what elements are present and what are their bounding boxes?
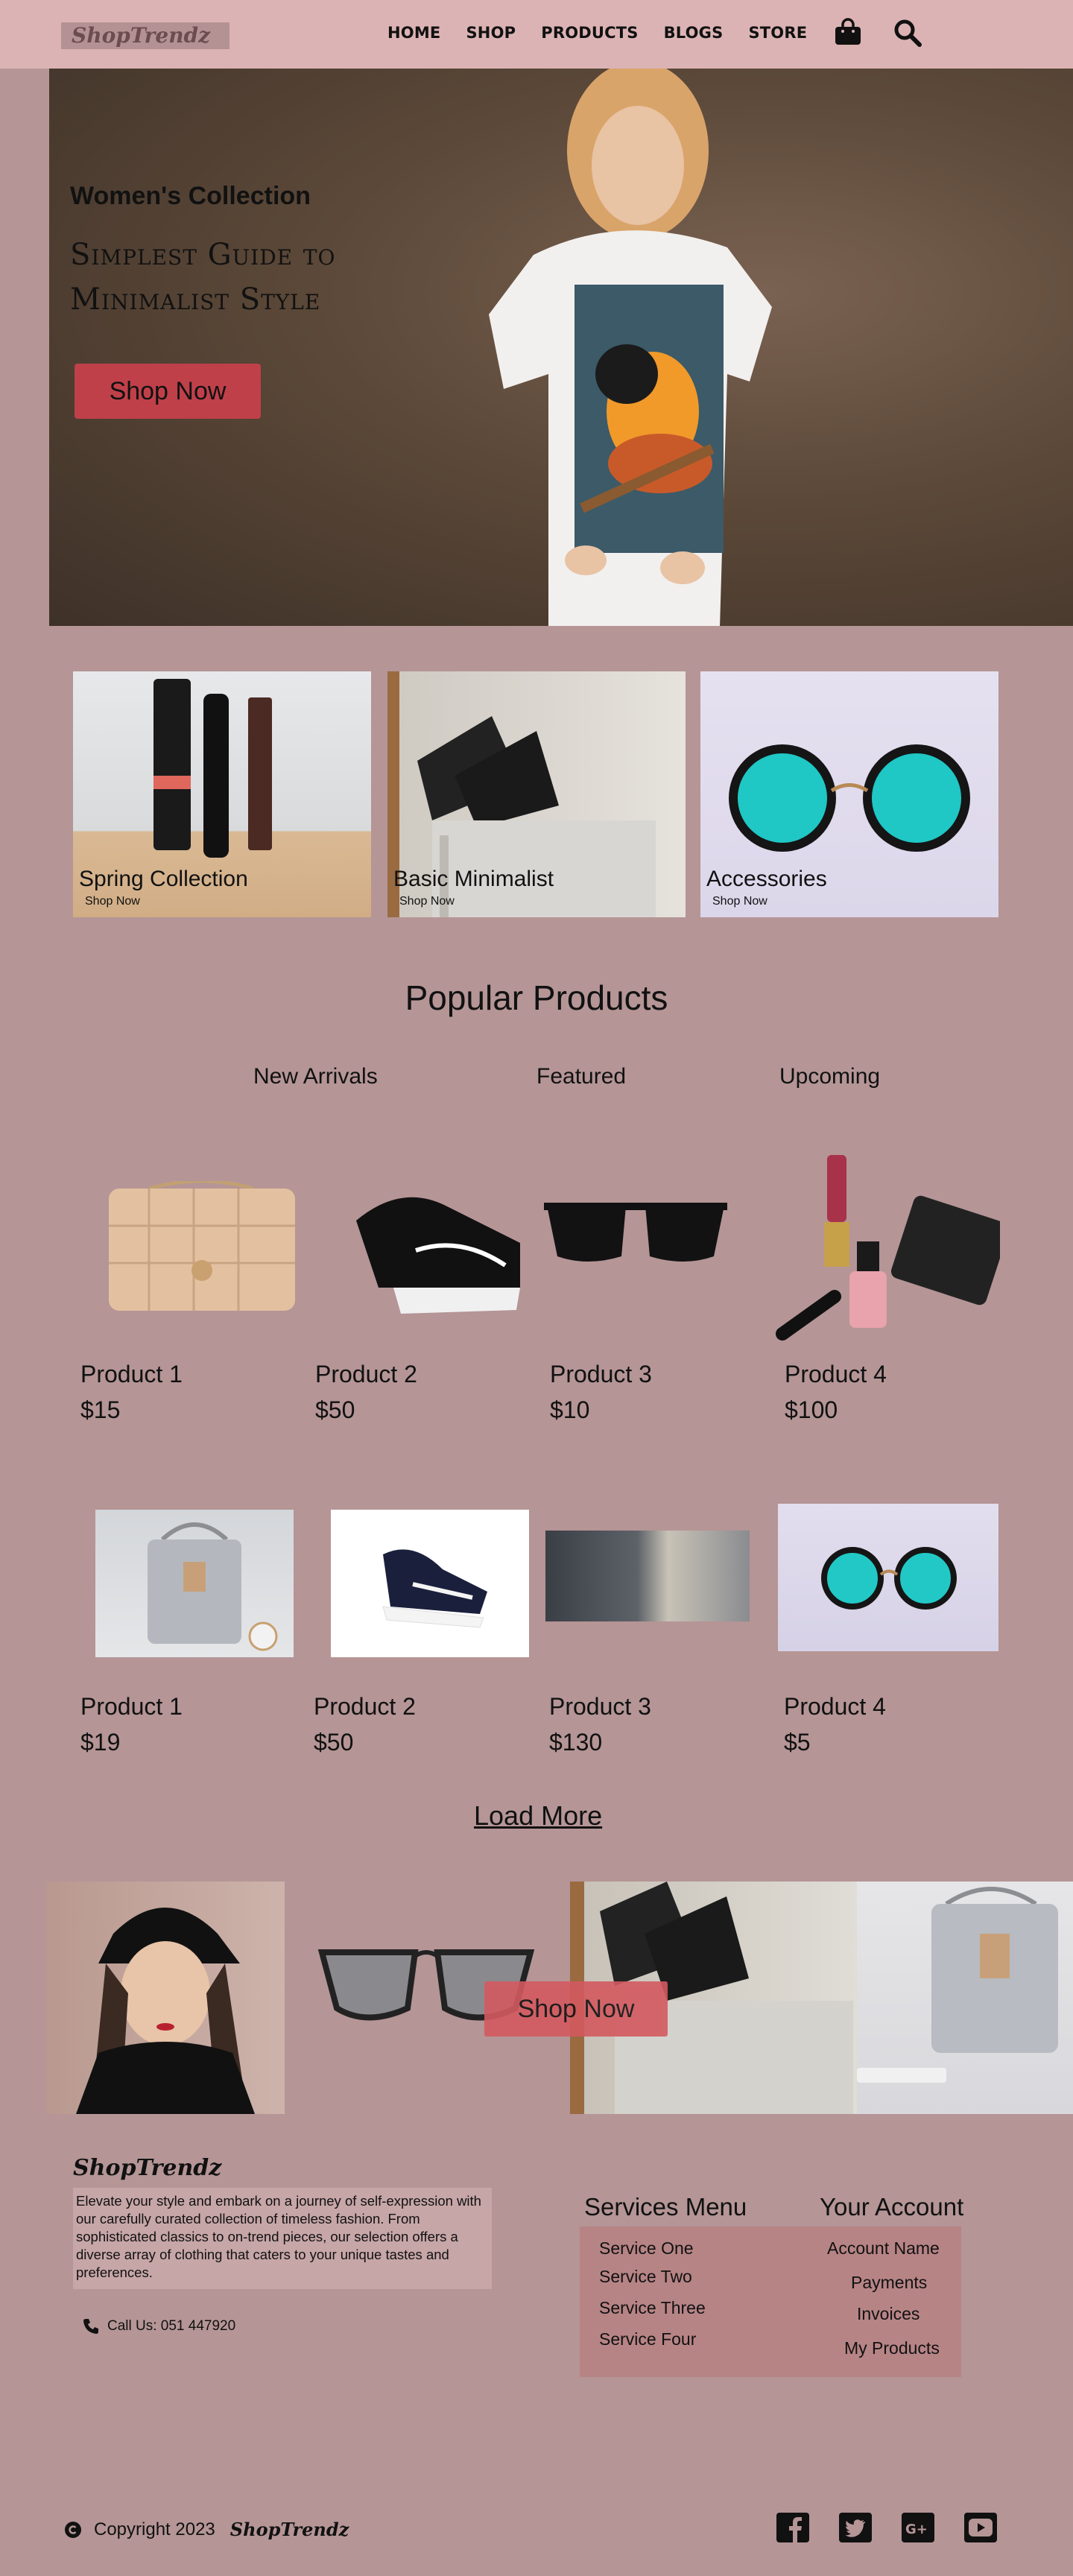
account-link-payments[interactable]: Payments [851,2273,927,2293]
hero-banner: Women's Collection Simplest Guide to Min… [49,69,1073,626]
your-account-title: Your Account [820,2193,964,2221]
product-image-navy-sneaker[interactable] [331,1510,529,1657]
tab-featured[interactable]: Featured [536,1064,626,1089]
category-title: Spring Collection [79,867,248,891]
copyright-icon [65,2521,81,2538]
product-image-clothes-rack[interactable] [545,1531,750,1621]
gallery-cap-model [46,1882,285,2114]
tab-upcoming[interactable]: Upcoming [779,1064,880,1089]
footer-call: Call Us: 051 447920 [82,2317,235,2335]
category-shop-now-link[interactable]: Shop Now [85,895,140,908]
tab-new-arrivals[interactable]: New Arrivals [253,1064,378,1089]
phone-icon [83,2319,98,2334]
navy-sneaker-graphic [382,1549,487,1628]
product-image-makeup[interactable] [775,1148,1000,1343]
service-link-one[interactable]: Service One [599,2238,694,2259]
category-title: Accessories [706,867,827,891]
product-price: $5 [784,1729,811,1756]
search-icon[interactable] [893,18,922,48]
product-name[interactable]: Product 3 [549,1693,651,1721]
product-name[interactable]: Product 1 [80,1693,183,1721]
product-name[interactable]: Product 2 [315,1361,417,1388]
product-price: $10 [550,1396,590,1423]
google-plus-icon[interactable]: G+ [900,2511,936,2544]
product-image-handbag[interactable] [104,1181,300,1315]
hero-shop-now-button[interactable]: Shop Now [75,364,261,419]
product-price: $15 [80,1396,121,1423]
footer-logo[interactable]: ShopTrendz [73,2155,221,2181]
main-nav: HOME SHOP PRODUCTS BLOGS STORE [387,19,832,46]
product-name[interactable]: Product 3 [550,1361,652,1388]
load-more-link[interactable]: Load More [474,1800,602,1832]
twitter-icon[interactable] [838,2511,873,2544]
category-shop-now-link[interactable]: Shop Now [399,895,455,908]
product-name[interactable]: Product 1 [80,1361,183,1388]
copyright-brand[interactable]: ShopTrendz [230,2519,349,2540]
product-name[interactable]: Product 4 [785,1361,887,1388]
service-link-three[interactable]: Service Three [599,2298,706,2318]
hero-subtitle: Women's Collection [70,182,311,210]
service-link-four[interactable]: Service Four [599,2329,696,2349]
hero-title: Simplest Guide to Minimalist Style [70,232,443,322]
svg-text:G+: G+ [905,2522,928,2537]
cap-model-graphic [76,1908,255,2114]
nav-store[interactable]: STORE [748,24,807,42]
product-image-sneaker[interactable] [349,1176,528,1317]
site-header: ShopTrendz HOME SHOP PRODUCTS BLOGS STOR… [0,0,1073,69]
category-accessories[interactable]: Accessories Shop Now [700,671,998,917]
copyright-bar: Copyright 2023 ShopTrendz [64,2519,349,2540]
banner-shop-now-button[interactable]: Shop Now [484,1981,668,2037]
site-logo[interactable]: ShopTrendz [61,22,230,49]
grey-bag-graphic [148,1522,278,1651]
account-link-name[interactable]: Account Name [827,2238,940,2259]
product-name[interactable]: Product 4 [784,1693,886,1721]
product-price: $130 [549,1729,603,1756]
account-link-invoices[interactable]: Invoices [857,2304,920,2324]
product-price: $50 [314,1729,354,1756]
popular-products-title: Popular Products [405,978,668,1017]
hero-title-line-1: Simplest Guide to [70,238,336,272]
copyright-text: Copyright 2023 [94,2519,215,2539]
product-price: $100 [785,1396,838,1423]
category-title: Basic Minimalist [393,867,554,891]
shopping-bag-icon[interactable] [833,18,863,48]
footer-description: Elevate your style and embark on a journ… [73,2188,492,2289]
facebook-icon[interactable] [775,2511,811,2544]
hero-title-line-2: Minimalist Style [70,282,321,317]
services-menu-title: Services Menu [584,2193,747,2221]
category-spring-collection[interactable]: Spring Collection Shop Now [73,671,371,917]
grey-bag-strip-graphic [857,1887,1058,2083]
nav-products[interactable]: PRODUCTS [541,24,638,42]
product-image-grey-bag[interactable] [95,1510,294,1657]
category-basic-minimalist[interactable]: Basic Minimalist Shop Now [387,671,686,917]
product-price: $50 [315,1396,355,1423]
product-image-round-sunglasses[interactable] [778,1504,998,1651]
product-price: $19 [80,1729,121,1756]
product-name[interactable]: Product 2 [314,1693,416,1721]
nav-blogs[interactable]: BLOGS [664,24,724,42]
youtube-icon[interactable] [963,2511,998,2544]
service-link-two[interactable]: Service Two [599,2267,692,2287]
nav-home[interactable]: HOME [387,24,440,42]
account-link-my-products[interactable]: My Products [844,2338,940,2358]
hero-model-image [489,69,772,626]
gallery-grey-bag [857,1882,1073,2114]
category-shop-now-link[interactable]: Shop Now [712,895,767,908]
product-image-sunglasses[interactable] [542,1198,729,1267]
round-sunglasses-graphic [821,1547,957,1610]
footer-call-text[interactable]: Call Us: 051 447920 [107,2318,235,2335]
nav-shop[interactable]: SHOP [466,24,516,42]
